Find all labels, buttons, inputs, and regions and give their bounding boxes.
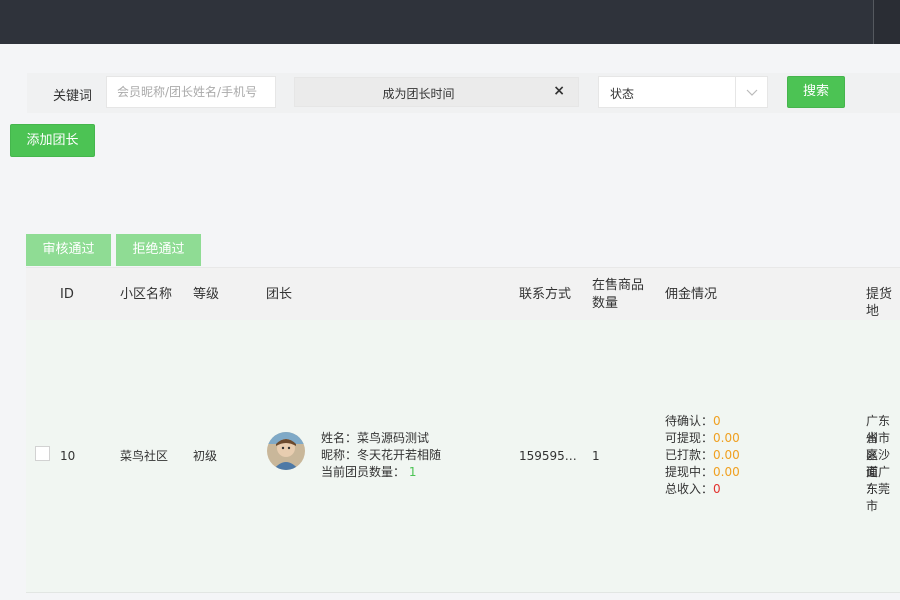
leader-name: 菜鸟源码测试 xyxy=(357,431,430,445)
commission-pending-value: 0 xyxy=(713,414,721,428)
commission-paid-line: 已打款：0.00 xyxy=(665,447,740,464)
commission-withdrawable-line: 可提现：0.00 xyxy=(665,430,740,447)
header-goods-count-line2: 数量 xyxy=(592,296,619,311)
row-contact: 159595… xyxy=(519,449,577,463)
top-navbar xyxy=(0,0,900,44)
header-community: 小区名称 xyxy=(120,287,173,302)
avatar-image xyxy=(267,432,305,470)
commission-withdrawing-label: 提现中： xyxy=(665,465,714,479)
status-placeholder: 状态 xyxy=(610,87,635,101)
commission-pending-label: 待确认： xyxy=(665,414,714,428)
row-checkbox[interactable] xyxy=(35,446,50,461)
leader-nick: 冬天花开若相随 xyxy=(357,448,442,462)
commission-withdrawing-value: 0.00 xyxy=(713,465,740,479)
select-separator xyxy=(735,77,736,107)
header-id: ID xyxy=(60,287,74,302)
date-range-picker[interactable]: 成为团长时间 × xyxy=(294,77,579,107)
leader-members-line: 当前团员数量： 1 xyxy=(321,464,416,481)
commission-total-label: 总收入： xyxy=(665,482,714,496)
header-leader: 团长 xyxy=(266,287,293,302)
header-pickup: 提货地 xyxy=(866,287,893,319)
header-commission: 佣金情况 xyxy=(665,287,718,302)
commission-paid-label: 已打款： xyxy=(665,448,714,462)
header-level: 等级 xyxy=(193,287,220,302)
search-button[interactable]: 搜索 xyxy=(787,76,845,108)
navbar-right-edge[interactable] xyxy=(874,0,900,44)
commission-total-line: 总收入：0 xyxy=(665,481,721,498)
leader-nick-line: 昵称：冬天花开若相随 xyxy=(321,447,441,464)
chevron-down-icon xyxy=(746,89,758,96)
commission-pending-line: 待确认：0 xyxy=(665,413,721,430)
header-goods-count-line1: 在售商品 xyxy=(592,278,645,293)
add-leader-button[interactable]: 添加团长 xyxy=(10,124,95,157)
row-level: 初级 xyxy=(193,449,218,463)
approve-button[interactable]: 审核通过 xyxy=(26,234,111,266)
reject-button[interactable]: 拒绝通过 xyxy=(116,234,201,266)
leader-nick-label: 昵称： xyxy=(321,448,358,462)
keyword-input[interactable] xyxy=(106,76,276,108)
commission-total-value: 0 xyxy=(713,482,721,496)
commission-withdrawable-label: 可提现： xyxy=(665,431,714,445)
commission-withdrawing-line: 提现中：0.00 xyxy=(665,464,740,481)
user-avatar xyxy=(267,432,305,470)
row-goods-count: 1 xyxy=(592,449,600,463)
status-select[interactable]: 状态 xyxy=(598,76,768,108)
close-icon[interactable]: × xyxy=(553,83,565,99)
leader-name-line: 姓名：菜鸟源码测试 xyxy=(321,430,429,447)
commission-withdrawable-value: 0.00 xyxy=(713,431,740,445)
row-community: 菜鸟社区 xyxy=(120,449,169,463)
pickup-address-line: 东莞市 xyxy=(866,482,891,513)
date-range-placeholder: 成为团长时间 xyxy=(382,87,455,101)
header-contact: 联系方式 xyxy=(519,287,572,302)
leader-members-count: 1 xyxy=(408,465,417,479)
commission-paid-value: 0.00 xyxy=(713,448,740,462)
row-id: 10 xyxy=(60,449,76,463)
keyword-label: 关键词 xyxy=(53,89,93,104)
leader-name-label: 姓名： xyxy=(321,431,358,445)
leader-members-label: 当前团员数量： xyxy=(321,465,406,479)
